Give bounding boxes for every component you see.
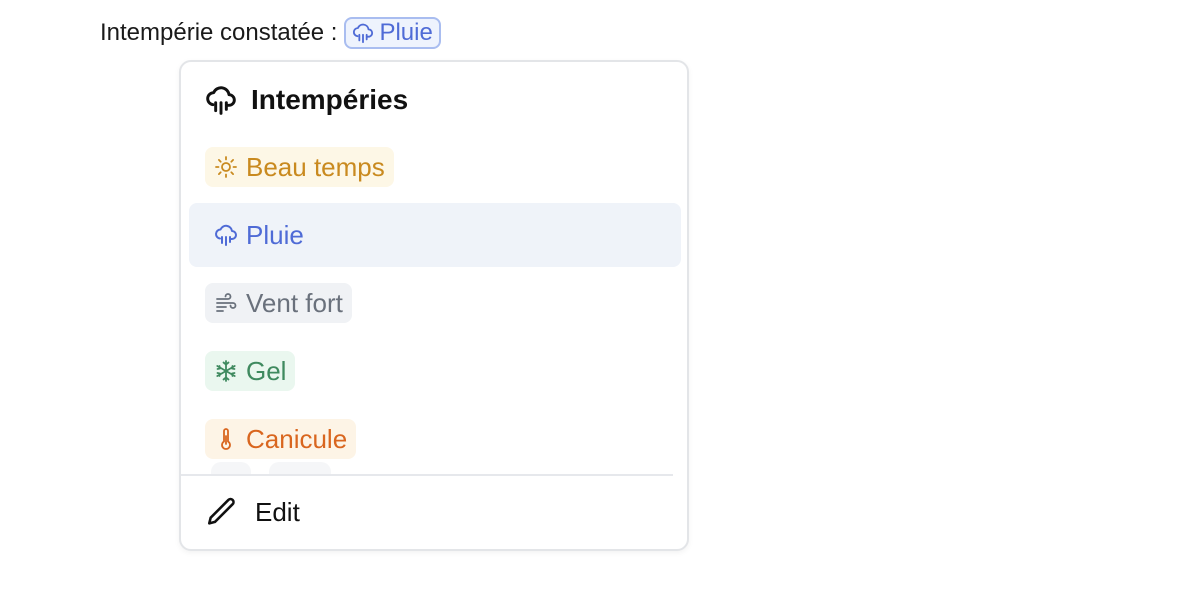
cloud-rain-icon bbox=[214, 223, 238, 247]
edit-label: Edit bbox=[255, 496, 300, 527]
snowflake-icon bbox=[214, 359, 238, 383]
dropdown-header: Intempéries bbox=[205, 80, 408, 120]
option-label: Vent fort bbox=[246, 287, 343, 318]
thermometer-icon bbox=[214, 427, 238, 451]
dropdown-title: Intempéries bbox=[251, 84, 409, 115]
option-chip: Beau temps bbox=[205, 147, 394, 187]
selected-weather-chip[interactable]: Pluie bbox=[344, 17, 441, 49]
edit-button[interactable]: Edit bbox=[189, 482, 681, 542]
option-beau-temps[interactable]: Beau temps bbox=[189, 135, 681, 199]
cloud-rain-icon bbox=[352, 22, 374, 44]
divider bbox=[181, 474, 673, 476]
option-chip: Vent fort bbox=[205, 283, 352, 323]
sun-icon bbox=[214, 155, 238, 179]
option-gel[interactable]: Gel bbox=[189, 339, 681, 403]
field-label: Intempérie constatée : bbox=[100, 19, 338, 46]
option-canicule[interactable]: Canicule bbox=[189, 407, 681, 471]
option-chip: Canicule bbox=[205, 419, 357, 459]
pencil-icon bbox=[205, 495, 239, 529]
option-label: Canicule bbox=[246, 423, 348, 454]
option-pluie[interactable]: Pluie bbox=[189, 203, 681, 267]
option-chip: Pluie bbox=[205, 215, 313, 255]
selected-weather-label: Pluie bbox=[379, 19, 433, 46]
option-label: Pluie bbox=[246, 219, 304, 250]
option-label: Beau temps bbox=[246, 151, 385, 182]
cloud-rain-icon bbox=[205, 84, 237, 116]
weather-dropdown: Intempéries Beau temps Pluie Vent fort G… bbox=[179, 60, 689, 551]
option-vent-fort[interactable]: Vent fort bbox=[189, 271, 681, 335]
option-chip: Gel bbox=[205, 351, 296, 391]
option-label: Gel bbox=[246, 355, 287, 386]
wind-icon bbox=[214, 291, 238, 315]
weather-field: Intempérie constatée : Pluie bbox=[100, 14, 441, 52]
